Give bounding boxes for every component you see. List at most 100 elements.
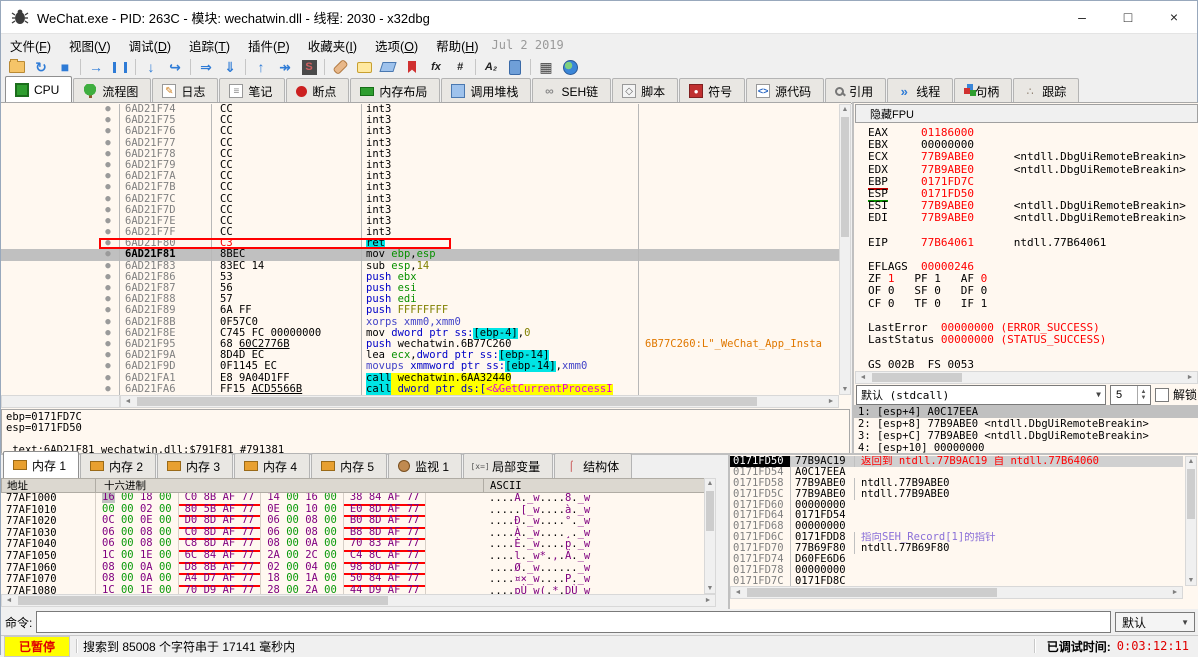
breakpoint-dot-icon[interactable]: ● (97, 361, 120, 372)
breakpoint-dot-icon[interactable]: ● (97, 149, 120, 160)
minimize-button[interactable]: – (1059, 1, 1105, 33)
register-line[interactable]: EDI 77B9ABE0 <ntdll.DbgUiRemoteBreakin> (868, 212, 1198, 224)
tab-脚本[interactable]: ◇脚本 (612, 78, 678, 103)
tab-内存 1[interactable]: 内存 1 (3, 451, 79, 478)
register-line[interactable]: GS 002B FS 0053 (868, 359, 1198, 371)
run-to-user-code-icon[interactable]: ↠ (273, 57, 297, 78)
breakpoint-dot-icon[interactable]: ● (97, 339, 120, 350)
stack-hscrollbar[interactable]: ◄ ► (730, 586, 1183, 599)
globe-icon[interactable] (558, 57, 582, 78)
disasm-row[interactable]: ●6AD21F9D0F1145 ECmovups xmmword ptr ss:… (1, 361, 839, 372)
breakpoint-dot-icon[interactable]: ● (97, 373, 120, 384)
calling-convention-select[interactable]: 默认 (stdcall) ▼ (856, 385, 1106, 405)
pause-icon[interactable] (108, 57, 132, 78)
hash-icon[interactable]: # (448, 57, 472, 78)
breakpoint-dot-icon[interactable]: ● (97, 261, 120, 272)
restart-icon[interactable]: ↻ (29, 57, 53, 78)
patch-icon[interactable] (328, 57, 352, 78)
disasm-row[interactable]: ●6AD21F818BECmov ebp,esp (1, 249, 839, 260)
tab-断点[interactable]: 断点 (286, 78, 349, 103)
registers-hscrollbar[interactable]: ◄ ► (855, 371, 1198, 384)
breakpoint-dot-icon[interactable]: ● (97, 171, 120, 182)
bookmark-icon[interactable] (400, 57, 424, 78)
breakpoint-dot-icon[interactable]: ● (97, 216, 120, 227)
execute-till-return-icon[interactable]: ↑ (249, 57, 273, 78)
hide-fpu-button[interactable]: 隐藏FPU (855, 104, 1198, 123)
breakpoint-dot-icon[interactable]: ● (97, 317, 120, 328)
breakpoint-dot-icon[interactable]: ● (97, 238, 120, 249)
breakpoint-dot-icon[interactable]: ● (97, 115, 120, 126)
menu-item[interactable]: 收藏夹(I) (299, 34, 366, 57)
register-line[interactable]: LastStatus 00000000 (STATUS_SUCCESS) (868, 334, 1198, 346)
maximize-button[interactable]: □ (1105, 1, 1151, 33)
breakpoint-dot-icon[interactable]: ● (97, 126, 120, 137)
run-icon[interactable]: → (84, 57, 108, 78)
arg-count-spinner[interactable]: 5 ▲▼ (1110, 385, 1151, 405)
disasm-row[interactable]: ●6AD21F7CCCint3 (1, 194, 839, 205)
menu-item[interactable]: 选项(O) (366, 34, 427, 57)
breakpoint-dot-icon[interactable]: ● (97, 305, 120, 316)
argument-row[interactable]: 1: [esp+4] A0C17EEA (854, 406, 1198, 418)
registers-view[interactable]: 隐藏FPU EAX 01186000EBX 00000000ECX 77B9AB… (852, 102, 1198, 453)
breakpoint-dot-icon[interactable]: ● (97, 205, 120, 216)
breakpoint-dot-icon[interactable]: ● (97, 294, 120, 305)
step-over-icon[interactable]: ↪ (163, 57, 187, 78)
breakpoint-dot-icon[interactable]: ● (97, 272, 120, 283)
tab-内存 3[interactable]: 内存 3 (157, 453, 233, 478)
tab-结构体[interactable]: ⌠结构体 (554, 453, 632, 478)
breakpoint-dot-icon[interactable]: ● (97, 350, 120, 361)
close-button[interactable]: × (1151, 1, 1197, 33)
comment-icon[interactable] (352, 57, 376, 78)
menu-item[interactable]: 追踪(T) (180, 34, 239, 57)
disassembly-view[interactable]: ●6AD21F74CCint3●6AD21F75CCint3●6AD21F76C… (1, 102, 851, 453)
disasm-row[interactable]: ●6AD21F7BCCint3 (1, 182, 839, 193)
breakpoint-dot-icon[interactable]: ● (97, 182, 120, 193)
tab-SEH链[interactable]: ∞SEH链 (532, 78, 611, 103)
calculator-icon[interactable]: ▦ (534, 57, 558, 78)
breakpoint-dot-icon[interactable]: ● (97, 227, 120, 238)
unlock-checkbox[interactable] (1155, 388, 1169, 402)
register-line[interactable]: EIP 77B64061 ntdll.77B64061 (868, 237, 1198, 249)
dump-row[interactable]: 77AF10801C 00 1E 0070 D9 AF 7728 00 2A 0… (1, 586, 716, 594)
argument-row[interactable]: 2: [esp+8] 77B9ABE0 <ntdll.DbgUiRemoteBr… (854, 418, 1198, 430)
tab-源代码[interactable]: <>源代码 (746, 78, 824, 103)
tab-内存 2[interactable]: 内存 2 (80, 453, 156, 478)
breakpoint-dot-icon[interactable]: ● (97, 138, 120, 149)
breakpoint-dot-icon[interactable]: ● (97, 160, 120, 171)
string-search-icon[interactable]: A₂ (479, 57, 503, 78)
menu-item[interactable]: 插件(P) (239, 34, 299, 57)
menu-item[interactable]: 文件(F) (1, 34, 60, 57)
register-line[interactable]: CF 0 TF 0 IF 1 (868, 298, 1198, 310)
breakpoint-dot-icon[interactable]: ● (97, 384, 120, 395)
disasm-row[interactable]: ●6AD21FA6FF15 ACD5566Bcall dword ptr ds:… (1, 384, 839, 395)
stack-vscrollbar[interactable]: ▲ ▼ (1185, 456, 1197, 586)
tab-局部变量[interactable]: [x=]局部变量 (463, 453, 553, 478)
menu-item[interactable]: 视图(V) (60, 34, 120, 57)
menu-item[interactable]: 调试(D) (120, 34, 180, 57)
breakpoint-dot-icon[interactable]: ● (97, 194, 120, 205)
scroll-right-icon[interactable]: ► (824, 398, 838, 405)
dump-hscrollbar[interactable]: ◄ ► (1, 594, 716, 607)
breakpoint-dot-icon[interactable]: ● (97, 249, 120, 260)
breakpoint-dot-icon[interactable]: ● (97, 328, 120, 339)
disasm-row[interactable]: ●6AD21F76CCint3 (1, 126, 839, 137)
command-history-select[interactable]: 默认 ▼ (1115, 612, 1195, 632)
tab-线程[interactable]: »线程 (887, 78, 953, 103)
stack-row[interactable]: 0171FD5C77B9ABE0ntdll.77B9ABE0 (730, 489, 1183, 500)
dump-vscrollbar[interactable]: ▲ ▼ (704, 478, 716, 594)
tab-符号[interactable]: ●符号 (679, 78, 745, 103)
open-file-icon[interactable] (5, 57, 29, 78)
animate-over-icon[interactable]: ⇓ (218, 57, 242, 78)
stack-row[interactable]: 0171FD7C0171FD8C (730, 576, 1183, 586)
breakpoint-dot-icon[interactable]: ● (97, 104, 120, 115)
function-icon[interactable]: fx (424, 57, 448, 78)
tab-句柄[interactable]: 句柄 (954, 78, 1012, 103)
tab-笔记[interactable]: ≡笔记 (219, 78, 285, 103)
step-into-icon[interactable]: ↓ (139, 57, 163, 78)
label-icon[interactable] (376, 57, 400, 78)
spinner-arrows-icon[interactable]: ▲▼ (1137, 386, 1149, 404)
dump-view[interactable]: 内存 1内存 2内存 3内存 4内存 5监视 1[x=]局部变量⌠结构体 地址 … (1, 455, 728, 611)
tab-跟踪[interactable]: ∴跟踪 (1013, 78, 1079, 103)
tab-调用堆栈[interactable]: 调用堆栈 (441, 78, 531, 103)
skip-next-icon[interactable]: S (297, 57, 321, 78)
